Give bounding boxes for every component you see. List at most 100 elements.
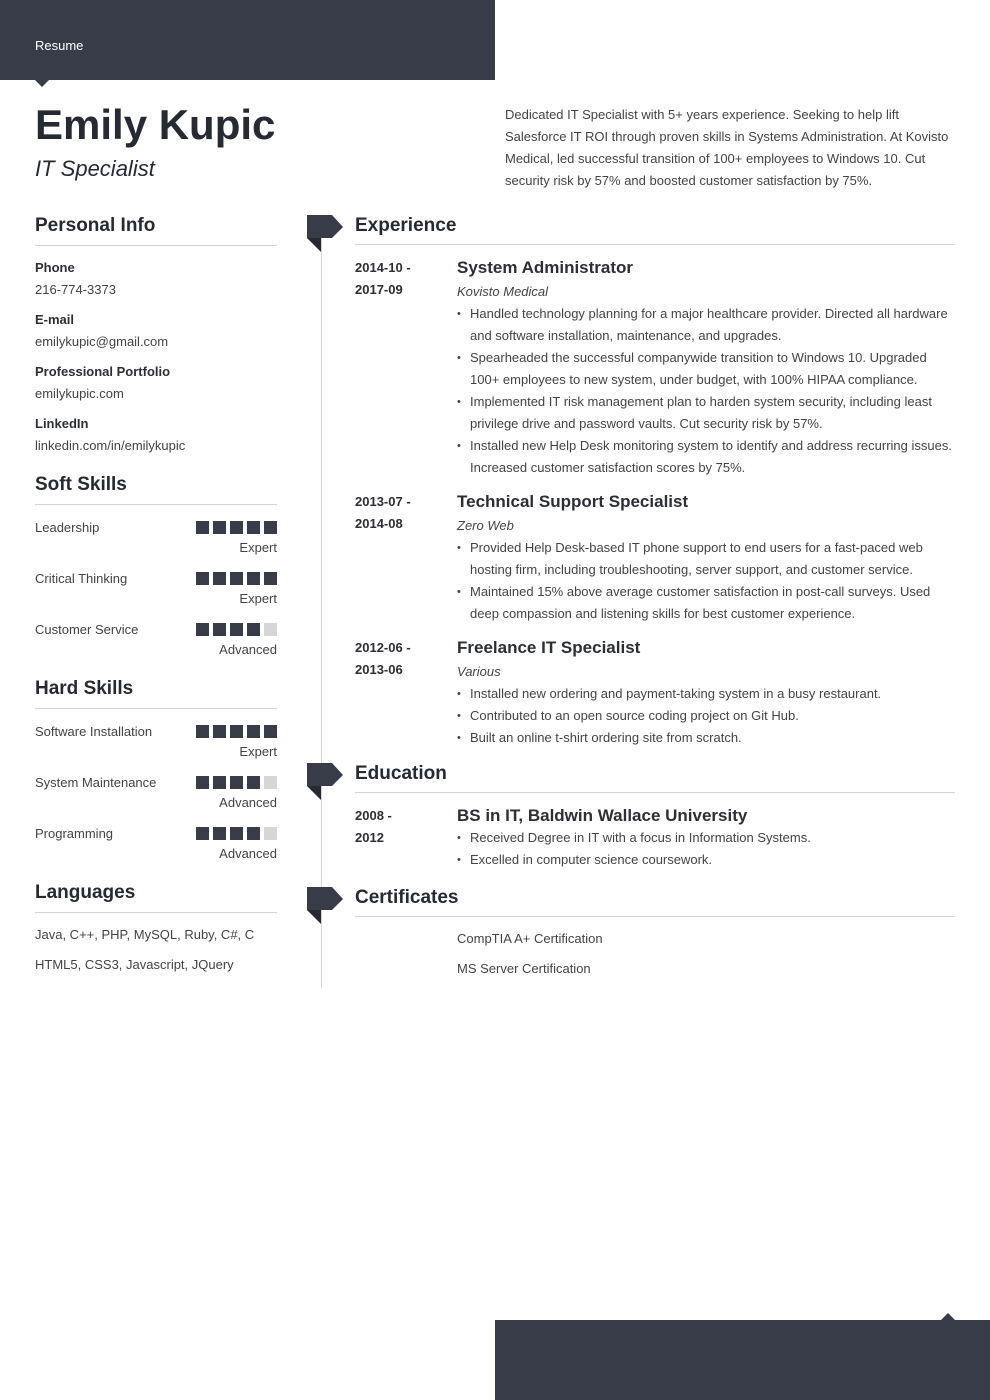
rating-dot-filled: [213, 521, 226, 534]
timeline-entry: 2014-10 - 2017-09 System Administrator Kovi…: [355, 257, 955, 479]
entry-bullets: Provided Help Desk-based IT phone suppor…: [457, 537, 955, 625]
rating-dot-empty: [264, 776, 277, 789]
skill-item: Leadership Expert: [35, 517, 277, 556]
skill-name: Programming: [35, 826, 114, 841]
info-label: Professional Portfolio: [35, 364, 171, 379]
skill-level: Advanced: [219, 795, 277, 810]
skill-item: Critical Thinking Expert: [35, 568, 277, 607]
entry-date: 2013-07 - 2014-08: [355, 491, 457, 625]
entry-date: 2012-06 - 2013-06: [355, 637, 457, 749]
section-title: Hard Skills: [35, 676, 277, 709]
skill-level: Advanced: [219, 846, 277, 861]
rating-dot-filled: [247, 776, 260, 789]
rating-dot-filled: [230, 776, 243, 789]
header-label: Resume: [35, 38, 84, 53]
entry-title: Technical Support Specialist: [457, 492, 689, 511]
entry-title: BS in IT, Baldwin Wallace University: [457, 806, 748, 825]
footer-pointer-icon: [941, 1313, 955, 1320]
rating-dot-filled: [230, 623, 243, 636]
entry-bullets: Received Degree in IT with a focus in In…: [457, 827, 955, 871]
rating-dot-filled: [213, 827, 226, 840]
bullet-item: Excelled in computer science coursework.: [457, 849, 955, 871]
skill-item: Software Installation Expert: [35, 721, 277, 760]
bullet-item: Provided Help Desk-based IT phone suppor…: [457, 537, 955, 581]
rating-dot-filled: [213, 776, 226, 789]
certificates-section: Certificates CompTIA A+ Certification MS …: [355, 885, 955, 977]
info-value[interactable]: emilykupic.com: [35, 385, 277, 402]
rating-dot-filled: [247, 623, 260, 636]
rating-dot-empty: [264, 623, 277, 636]
skill-name: Critical Thinking: [35, 571, 128, 586]
bullet-item: Installed new ordering and payment-takin…: [457, 683, 955, 705]
experience-section: Experience 2014-10 - 2017-09 System Admini…: [355, 213, 955, 749]
bullet-item: Installed new Help Desk monitoring syste…: [457, 435, 955, 479]
languages-section: Languages Java, C++, PHP, MySQL, Ruby, C…: [35, 880, 277, 973]
hard-skills-section: Hard Skills Software Installation Expert S…: [35, 676, 277, 862]
skill-name: Software Installation: [35, 724, 153, 739]
date-end: 2014-08: [355, 516, 403, 531]
skill-rating: [196, 521, 277, 534]
rating-dot-filled: [247, 725, 260, 738]
personal-info-section: Personal Info Phone 216-774-3373 E-mail emi…: [35, 213, 277, 454]
entry-date: 2008 - 2012: [355, 805, 457, 871]
rating-dot-filled: [196, 827, 209, 840]
info-value[interactable]: linkedin.com/in/emilykupic: [35, 437, 277, 454]
entry-title: Freelance IT Specialist: [457, 638, 641, 657]
info-value[interactable]: emilykupic@gmail.com: [35, 333, 277, 350]
entry-bullets: Handled technology planning for a major …: [457, 303, 955, 479]
bullet-item: Contributed to an open source coding pro…: [457, 705, 955, 727]
date-start: 2014-10 -: [355, 260, 411, 275]
entry-title: System Administrator: [457, 258, 634, 277]
rating-dot-filled: [247, 572, 260, 585]
section-flag-icon: [307, 887, 343, 924]
header-bar: Resume: [0, 0, 495, 87]
skill-rating: [196, 776, 277, 789]
skill-level: Advanced: [219, 642, 277, 657]
rating-dot-filled: [264, 725, 277, 738]
rating-dot-filled: [196, 521, 209, 534]
timeline-entry: 2012-06 - 2013-06 Freelance IT Specialist V…: [355, 637, 955, 749]
entry-date: 2014-10 - 2017-09: [355, 257, 457, 479]
skill-name: System Maintenance: [35, 775, 157, 790]
skill-name: Leadership: [35, 520, 100, 535]
date-end: 2017-09: [355, 282, 403, 297]
language-item: Java, C++, PHP, MySQL, Ruby, C#, C: [35, 927, 255, 942]
rating-dot-filled: [213, 572, 226, 585]
bullet-item: Received Degree in IT with a focus in In…: [457, 827, 955, 849]
rating-dot-filled: [213, 623, 226, 636]
section-title: Personal Info: [35, 213, 277, 246]
skill-rating: [196, 572, 277, 585]
skill-rating: [196, 725, 277, 738]
skill-item: System Maintenance Advanced: [35, 772, 277, 811]
certificate-item: MS Server Certification: [457, 961, 591, 976]
certificate-item: CompTIA A+ Certification: [457, 931, 603, 946]
bullet-item: Implemented IT risk management plan to h…: [457, 391, 955, 435]
date-end: 2013-06: [355, 662, 403, 677]
rating-dot-filled: [230, 521, 243, 534]
info-value[interactable]: 216-774-3373: [35, 281, 277, 298]
bullet-item: Spearheaded the successful companywide t…: [457, 347, 955, 391]
bullet-item: Maintained 15% above average customer sa…: [457, 581, 955, 625]
rating-dot-filled: [247, 521, 260, 534]
rating-dot-filled: [230, 572, 243, 585]
section-title: Languages: [35, 880, 277, 913]
date-start: 2012-06 -: [355, 640, 411, 655]
section-flag-icon: [307, 215, 343, 252]
section-title: Soft Skills: [35, 472, 277, 505]
rating-dot-filled: [196, 572, 209, 585]
rating-dot-filled: [230, 827, 243, 840]
candidate-name: Emily Kupic: [35, 101, 276, 148]
job-title: IT Specialist: [35, 156, 155, 181]
language-item: HTML5, CSS3, Javascript, JQuery: [35, 957, 234, 972]
timeline-entry: 2013-07 - 2014-08 Technical Support Specia…: [355, 491, 955, 625]
soft-skills-section: Soft Skills Leadership Expert Critical Thi…: [35, 472, 277, 658]
skill-name: Customer Service: [35, 622, 139, 637]
header-pointer-icon: [35, 80, 49, 87]
info-label: LinkedIn: [35, 416, 89, 431]
section-title: Experience: [355, 213, 955, 245]
entry-bullets: Installed new ordering and payment-takin…: [457, 683, 955, 749]
education-section: Education 2008 - 2012 BS in IT, Baldwin Wa…: [355, 761, 955, 871]
skill-level: Expert: [239, 591, 277, 606]
bullet-item: Handled technology planning for a major …: [457, 303, 955, 347]
rating-dot-empty: [264, 827, 277, 840]
